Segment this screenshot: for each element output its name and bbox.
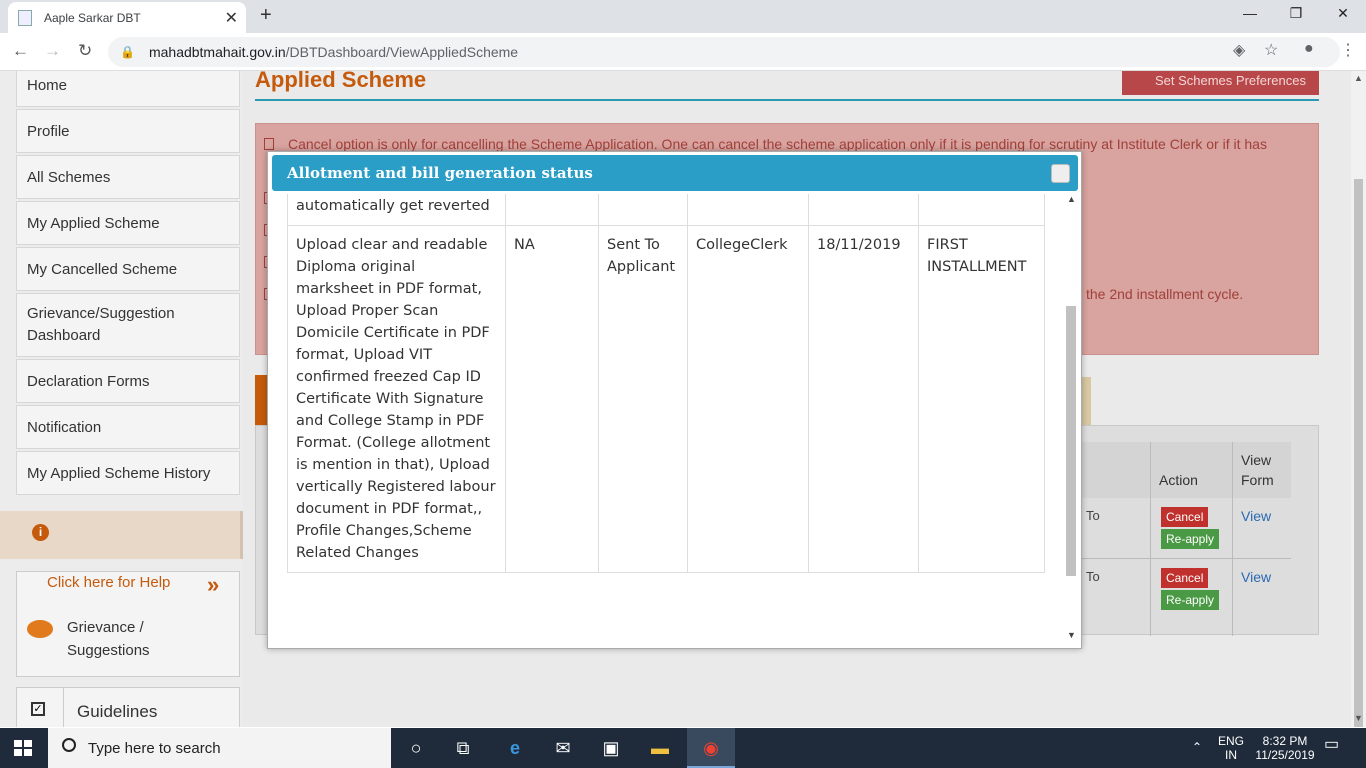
installment-cell: FIRST INSTALLMENT (918, 225, 1045, 573)
file-explorer-icon[interactable]: ▬ (648, 736, 672, 760)
table-row: automatically get reverted (287, 194, 1045, 226)
page-content: Home Profile All Schemes My Applied Sche… (0, 71, 1366, 727)
clock[interactable]: 8:32 PM 11/25/2019 (1250, 734, 1320, 762)
region-label: IN (1225, 748, 1237, 762)
date-cell: 18/11/2019 (808, 225, 919, 573)
page-scrollbar[interactable]: ▲ ▼ (1351, 71, 1366, 727)
tab-title: Aaple Sarkar DBT (44, 10, 141, 25)
minimize-button[interactable]: — (1240, 5, 1260, 21)
browser-tab[interactable]: Aaple Sarkar DBT ✕ (8, 2, 246, 33)
tab-close-icon[interactable]: ✕ (225, 8, 238, 28)
amount-cell: NA (505, 225, 599, 573)
language-indicator[interactable]: ENG IN (1216, 734, 1246, 762)
scroll-down-icon[interactable]: ▼ (1067, 630, 1076, 640)
remark-cell: Upload clear and readable Diploma origin… (287, 225, 506, 573)
status-modal: Allotment and bill generation status aut… (267, 151, 1082, 649)
restore-button[interactable]: ❐ (1286, 5, 1306, 22)
browser-tab-strip: Aaple Sarkar DBT ✕ + — ❐ ✕ (0, 0, 1366, 33)
browser-toolbar: ← → ↻ 🔒 mahadbtmahait.gov.in /DBTDashboa… (0, 33, 1366, 71)
windows-start-icon[interactable] (14, 740, 32, 756)
chrome-icon[interactable]: ◉ (699, 736, 723, 760)
table-cell (918, 194, 1045, 226)
search-placeholder: Type here to search (88, 739, 221, 757)
search-icon (62, 738, 76, 752)
notification-icon[interactable]: ▭ (1324, 737, 1339, 753)
table-cell (687, 194, 809, 226)
new-tab-button[interactable]: + (260, 4, 272, 27)
bookmark-star-icon[interactable]: ☆ (1264, 40, 1278, 60)
modal-scrollbar[interactable]: ▲ ▼ (1064, 194, 1078, 646)
forward-icon[interactable]: → (44, 41, 61, 61)
profile-icon[interactable]: ● (1304, 40, 1314, 58)
pending-with-cell: CollegeClerk (687, 225, 809, 573)
status-cell: Sent To Applicant (598, 225, 688, 573)
scroll-up-icon[interactable]: ▲ (1354, 73, 1363, 83)
table-row: Upload clear and readable Diploma origin… (287, 225, 1045, 573)
store-icon[interactable]: ▣ (599, 736, 623, 760)
menu-icon[interactable]: ⋮ (1340, 40, 1356, 60)
scrollbar-thumb[interactable] (1066, 306, 1076, 576)
lock-icon: 🔒 (120, 45, 135, 59)
date-label: 11/25/2019 (1255, 748, 1315, 762)
status-table: automatically get reverted Upload clear … (287, 194, 1045, 573)
page-favicon-icon (18, 9, 32, 26)
scrollbar-thumb[interactable] (1354, 179, 1363, 727)
window-close-button[interactable]: ✕ (1333, 5, 1353, 22)
language-label: ENG (1217, 734, 1244, 748)
table-cell (505, 194, 599, 226)
url-path: /DBTDashboard/ViewAppliedScheme (285, 44, 519, 60)
edge-icon[interactable]: e (503, 736, 527, 760)
back-icon[interactable]: ← (12, 41, 29, 61)
url-domain: mahadbtmahait.gov.in (148, 44, 286, 60)
taskbar-search-box[interactable]: Type here to search (48, 728, 391, 768)
modal-title: Allotment and bill generation status (287, 164, 593, 182)
modal-body: automatically get reverted Upload clear … (268, 194, 1064, 648)
mail-icon[interactable]: ✉ (551, 736, 575, 760)
task-view-icon[interactable]: ⧉ (451, 736, 475, 760)
table-cell (598, 194, 688, 226)
blocked-popup-icon[interactable]: ◈ (1233, 40, 1245, 60)
scroll-down-icon[interactable]: ▼ (1354, 713, 1363, 723)
reload-icon[interactable]: ↻ (78, 41, 92, 61)
cortana-icon[interactable]: ○ (404, 736, 428, 760)
tray-chevron-icon[interactable]: ⌃ (1192, 740, 1202, 754)
remark-cell: automatically get reverted (287, 194, 506, 226)
time-label: 8:32 PM (1262, 734, 1308, 748)
scroll-up-icon[interactable]: ▲ (1067, 194, 1076, 204)
table-cell (808, 194, 919, 226)
windows-taskbar: Type here to search ○ ⧉ e ✉ ▣ ▬ ◉ ⌃ ENG … (0, 728, 1366, 768)
address-bar[interactable]: 🔒 mahadbtmahait.gov.in /DBTDashboard/Vie… (108, 37, 1340, 67)
modal-header: Allotment and bill generation status (272, 155, 1078, 191)
modal-close-button[interactable] (1051, 164, 1070, 183)
